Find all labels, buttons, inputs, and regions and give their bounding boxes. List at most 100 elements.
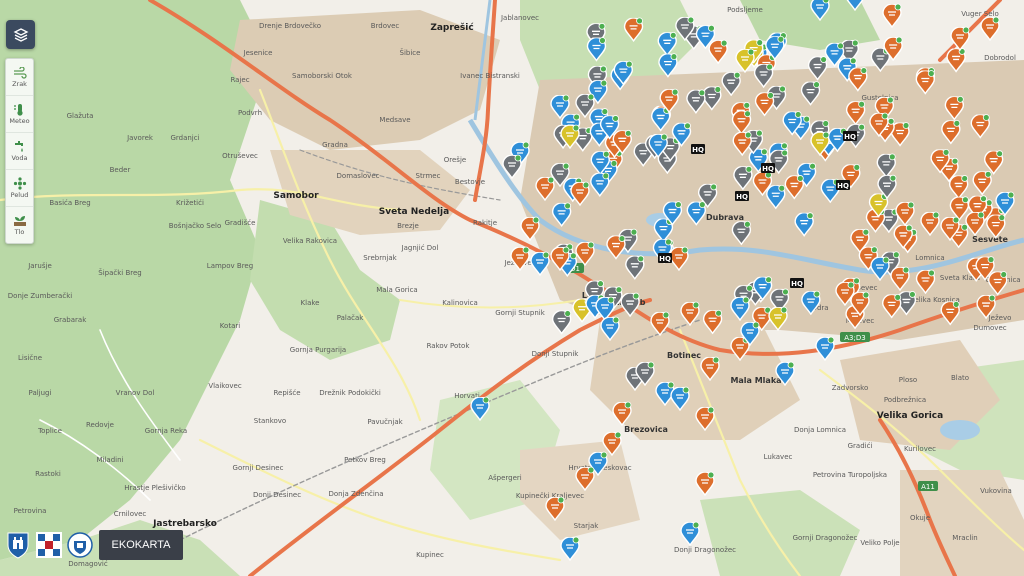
place-label: Okuje xyxy=(910,514,930,522)
svg-text:A3;D3: A3;D3 xyxy=(844,334,865,342)
place-label: Bošnjačko Selo xyxy=(169,222,222,230)
place-label: Šipački Breg xyxy=(98,268,141,277)
hq-marker[interactable]: HQ xyxy=(691,144,705,154)
place-label: Gornja Reka xyxy=(145,427,187,435)
category-label: Voda xyxy=(11,154,28,162)
place-label: Kotari xyxy=(220,322,240,330)
category-label: Meteo xyxy=(9,117,30,125)
hq-marker[interactable]: HQ xyxy=(836,180,850,190)
place-label: Domagović xyxy=(68,560,108,568)
place-label: Velika Rakovica xyxy=(283,237,337,245)
hq-marker[interactable]: HQ xyxy=(790,278,804,288)
place-label: Vranov Dol xyxy=(116,389,155,397)
place-label: Podvrh xyxy=(238,109,262,117)
place-label: Gornji Dragonožec xyxy=(793,534,858,542)
footer-bar: EKOKARTA xyxy=(4,530,183,560)
category-tlo[interactable]: Tlo xyxy=(6,207,33,243)
place-label: Lomnica xyxy=(915,254,944,262)
svg-text:HQ: HQ xyxy=(736,193,748,201)
place-label: Rajec xyxy=(230,76,249,84)
place-label: Brdovec xyxy=(371,22,400,30)
place-label: Kalinovica xyxy=(442,299,478,307)
place-label: Gornji Stupnik xyxy=(495,309,545,317)
place-label: Sesvete xyxy=(972,235,1008,244)
hq-marker[interactable]: HQ xyxy=(735,191,749,201)
place-label: Kupinec xyxy=(416,551,444,559)
place-label: Redovje xyxy=(86,421,114,429)
hq-marker[interactable]: HQ xyxy=(658,253,672,263)
place-label: Strmec xyxy=(416,172,441,180)
place-label: Starjak xyxy=(574,522,600,530)
place-label: Veliko Polje xyxy=(860,539,899,547)
place-label: Ivanec Bistranski xyxy=(460,72,520,80)
place-label: Hrastje Plešivičko xyxy=(124,484,185,492)
place-label: Vuger Selo xyxy=(961,10,999,18)
zagreb-round-logo[interactable] xyxy=(66,530,94,560)
place-label: Mala Gorica xyxy=(376,286,417,294)
pollen-icon xyxy=(13,177,26,190)
place-label: Gornji Desinec xyxy=(233,464,284,472)
city-coat-of-arms-logo[interactable] xyxy=(4,530,32,560)
category-meteo[interactable]: Meteo xyxy=(6,96,33,133)
place-label: Podbrežnica xyxy=(884,396,926,404)
place-label: Ploso xyxy=(899,376,917,384)
svg-text:HQ: HQ xyxy=(692,146,704,154)
place-label: Rakov Potok xyxy=(427,342,471,350)
place-label: Jesenice xyxy=(243,49,273,57)
category-zrak[interactable]: Zrak xyxy=(6,59,33,96)
hq-marker[interactable]: HQ xyxy=(761,163,775,173)
place-label: Crnilovec xyxy=(114,510,147,518)
place-label: Blato xyxy=(951,374,969,382)
category-panel: Zrak Meteo Voda Pelud Tlo xyxy=(5,58,34,244)
place-label: Orešje xyxy=(444,156,466,164)
place-label: Petrovina Turopoljska xyxy=(813,471,887,479)
svg-text:HQ: HQ xyxy=(791,280,803,288)
place-label: Medsave xyxy=(379,116,410,124)
road-shield-a3d3: A3;D3 xyxy=(840,332,870,342)
category-pelud[interactable]: Pelud xyxy=(6,170,33,207)
lake xyxy=(940,420,980,440)
place-label: Samobor xyxy=(273,191,319,201)
place-label: Petkov Breg xyxy=(344,456,386,464)
layers-button[interactable] xyxy=(6,20,35,49)
place-label: Beder xyxy=(110,166,131,174)
place-label: Lukavec xyxy=(764,453,793,461)
place-label: Jarušje xyxy=(27,262,52,270)
place-label: Donji Stupnik xyxy=(532,350,580,358)
place-label: Paljugi xyxy=(29,389,52,397)
place-label: Dumovec xyxy=(973,324,1006,332)
place-label: Brezje xyxy=(397,222,419,230)
hq-marker[interactable]: HQ xyxy=(843,131,857,141)
air-icon xyxy=(13,66,27,79)
layers-icon xyxy=(13,27,28,42)
place-label: Ježevo xyxy=(988,314,1012,322)
place-label: Donji Desinec xyxy=(253,491,301,499)
place-label: Vukovina xyxy=(980,487,1012,495)
place-label: Rastoki xyxy=(35,470,61,478)
place-label: Gradišće xyxy=(225,219,256,227)
category-label: Tlo xyxy=(14,228,25,236)
place-label: Srebrnjak xyxy=(363,254,397,262)
place-label: Križetići xyxy=(176,199,204,207)
place-label: Vlaikovec xyxy=(208,382,242,390)
place-label: Zadvorsko xyxy=(832,384,869,392)
ekokarta-checker-logo[interactable] xyxy=(35,530,63,560)
map-canvas[interactable]: D1 A3;D3 A11 Drenje Brdovečko Brdovec Zapr… xyxy=(0,0,1024,576)
place-label: Donje Zumberački xyxy=(8,292,72,300)
category-voda[interactable]: Voda xyxy=(6,133,33,170)
place-label: Otruševec xyxy=(222,152,258,160)
place-label: Petrovina xyxy=(14,507,47,515)
place-label: Jagnjić Dol xyxy=(401,244,439,252)
place-label: Javorek xyxy=(126,134,154,142)
place-label: Podsljeme xyxy=(727,6,763,14)
svg-text:HQ: HQ xyxy=(844,133,856,141)
ekokarta-button[interactable]: EKOKARTA xyxy=(99,530,183,560)
place-label: Pavučnjak xyxy=(367,418,403,426)
meteo-icon xyxy=(13,104,23,116)
svg-text:A11: A11 xyxy=(921,483,935,491)
place-label: Klake xyxy=(301,299,320,307)
place-label: Jastrebarsko xyxy=(152,519,217,529)
place-label: Lisične xyxy=(18,354,42,362)
place-label: Mraclin xyxy=(952,534,977,542)
place-label: Toplice xyxy=(37,427,62,435)
